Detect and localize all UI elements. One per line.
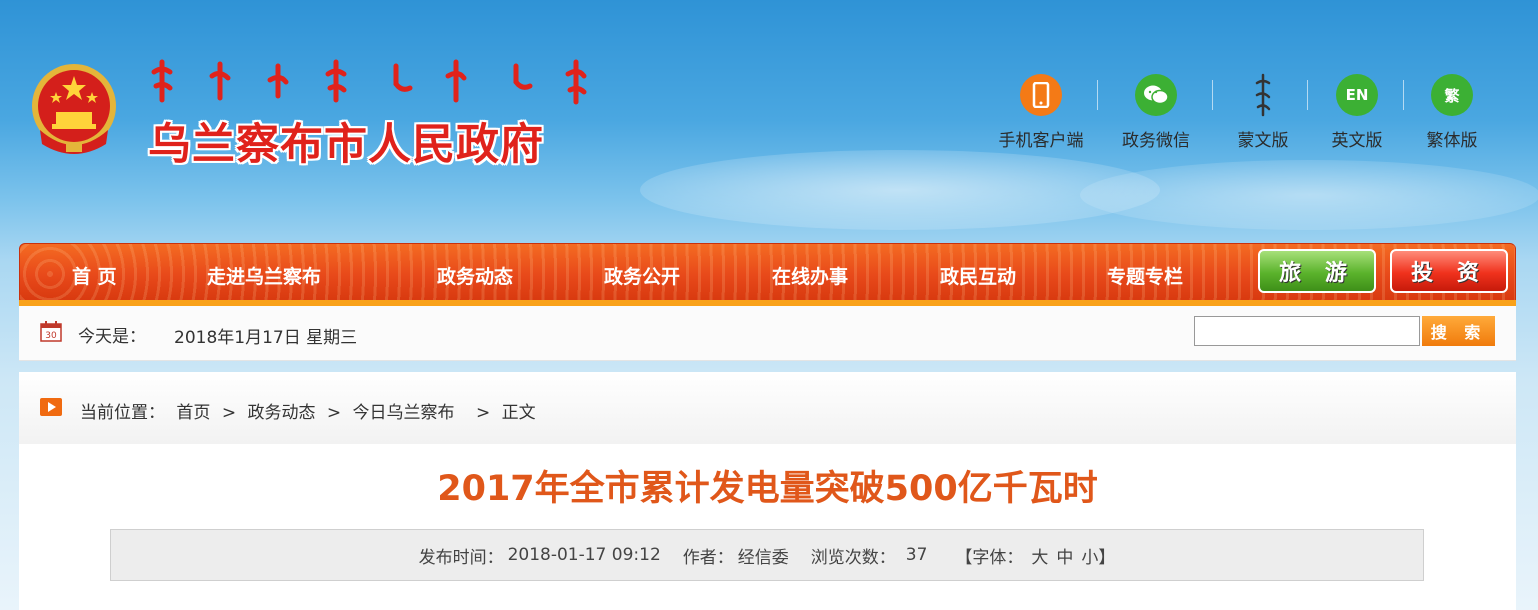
views-count: 37	[905, 545, 928, 565]
nav-item-interaction[interactable]: 政民互动	[940, 262, 1016, 289]
mongolian-version-label: 蒙文版	[1237, 131, 1289, 151]
article-meta: 发布时间： 2018-01-17 09:12 作者： 经信委 浏览次数： 37 …	[110, 529, 1424, 581]
english-version-link[interactable]: EN 英文版	[1307, 74, 1407, 151]
nav-item-home[interactable]: 首 页	[72, 262, 117, 289]
mongolian-script-title	[151, 59, 587, 105]
article-title: 2017年全市累计发电量突破500亿千瓦时	[437, 469, 1098, 509]
search-button[interactable]: 搜 索	[1422, 316, 1495, 346]
font-size-close: 】	[1098, 547, 1116, 568]
today-label: 今天是：	[78, 327, 146, 347]
author-value: 经信委	[737, 547, 789, 568]
nav-item-online-services[interactable]: 在线办事	[772, 262, 848, 289]
breadcrumb-label: 当前位置：	[80, 403, 165, 423]
cloud-decoration	[1080, 160, 1538, 230]
search-input[interactable]	[1194, 316, 1420, 346]
font-size-small[interactable]: 小	[1081, 543, 1098, 568]
author-label: 作者：	[682, 547, 734, 568]
travel-button[interactable]: 旅 游	[1258, 249, 1376, 293]
breadcrumb: 当前位置： 首页 > 政务动态 > 今日乌兰察布 > 正文	[80, 398, 542, 423]
breadcrumb-separator: >	[221, 403, 237, 423]
breadcrumb-home[interactable]: 首页	[176, 403, 210, 423]
wechat-link[interactable]: 政务微信	[1106, 74, 1206, 151]
today-date: 2018年1月17日 星期三	[174, 328, 358, 348]
divider	[1097, 80, 1098, 110]
calendar-icon: 30	[40, 321, 62, 342]
traditional-version-label: 繁体版	[1426, 131, 1478, 151]
en-icon: EN	[1336, 74, 1378, 116]
site-header: 乌兰察布市人民政府 手机客户端 政务微信 蒙文版 EN 英文版 繁 繁体版	[0, 0, 1538, 240]
mongolian-version-link[interactable]: 蒙文版	[1213, 73, 1313, 151]
english-version-label: 英文版	[1331, 131, 1383, 151]
views-label: 浏览次数：	[810, 547, 896, 568]
site-title[interactable]: 乌兰察布市人民政府	[148, 110, 544, 172]
traditional-version-link[interactable]: 繁 繁体版	[1402, 74, 1502, 151]
breadcrumb-government-news[interactable]: 政务动态	[247, 403, 315, 423]
publish-time: 2018-01-17 09:12	[507, 545, 661, 565]
mobile-client-link[interactable]: 手机客户端	[991, 74, 1091, 151]
nav-item-special-topics[interactable]: 专题专栏	[1107, 262, 1183, 289]
wechat-icon	[1135, 74, 1177, 116]
mongolian-script-icon	[1242, 73, 1284, 117]
wechat-label: 政务微信	[1122, 131, 1190, 151]
font-size-medium[interactable]: 中	[1056, 543, 1073, 568]
breadcrumb-today-city[interactable]: 今日乌兰察布	[353, 403, 455, 423]
breadcrumb-separator: >	[475, 403, 491, 423]
breadcrumb-separator: >	[326, 403, 342, 423]
nav-item-government-news[interactable]: 政务动态	[437, 262, 513, 289]
national-emblem-icon[interactable]	[26, 60, 122, 160]
mobile-phone-icon	[1020, 74, 1062, 116]
font-size-large[interactable]: 大	[1031, 543, 1048, 568]
publish-label: 发布时间：	[418, 547, 504, 568]
invest-button[interactable]: 投 资	[1390, 249, 1508, 293]
nav-item-public-affairs[interactable]: 政务公开	[604, 262, 680, 289]
mobile-client-label: 手机客户端	[998, 131, 1084, 151]
font-size-label: 【字体：	[955, 547, 1024, 568]
nav-item-about-city[interactable]: 走进乌兰察布	[207, 262, 321, 289]
play-arrow-icon	[40, 398, 62, 416]
calendar-day: 30	[45, 331, 57, 341]
breadcrumb-current: 正文	[501, 403, 536, 423]
traditional-chinese-icon: 繁	[1431, 74, 1473, 116]
